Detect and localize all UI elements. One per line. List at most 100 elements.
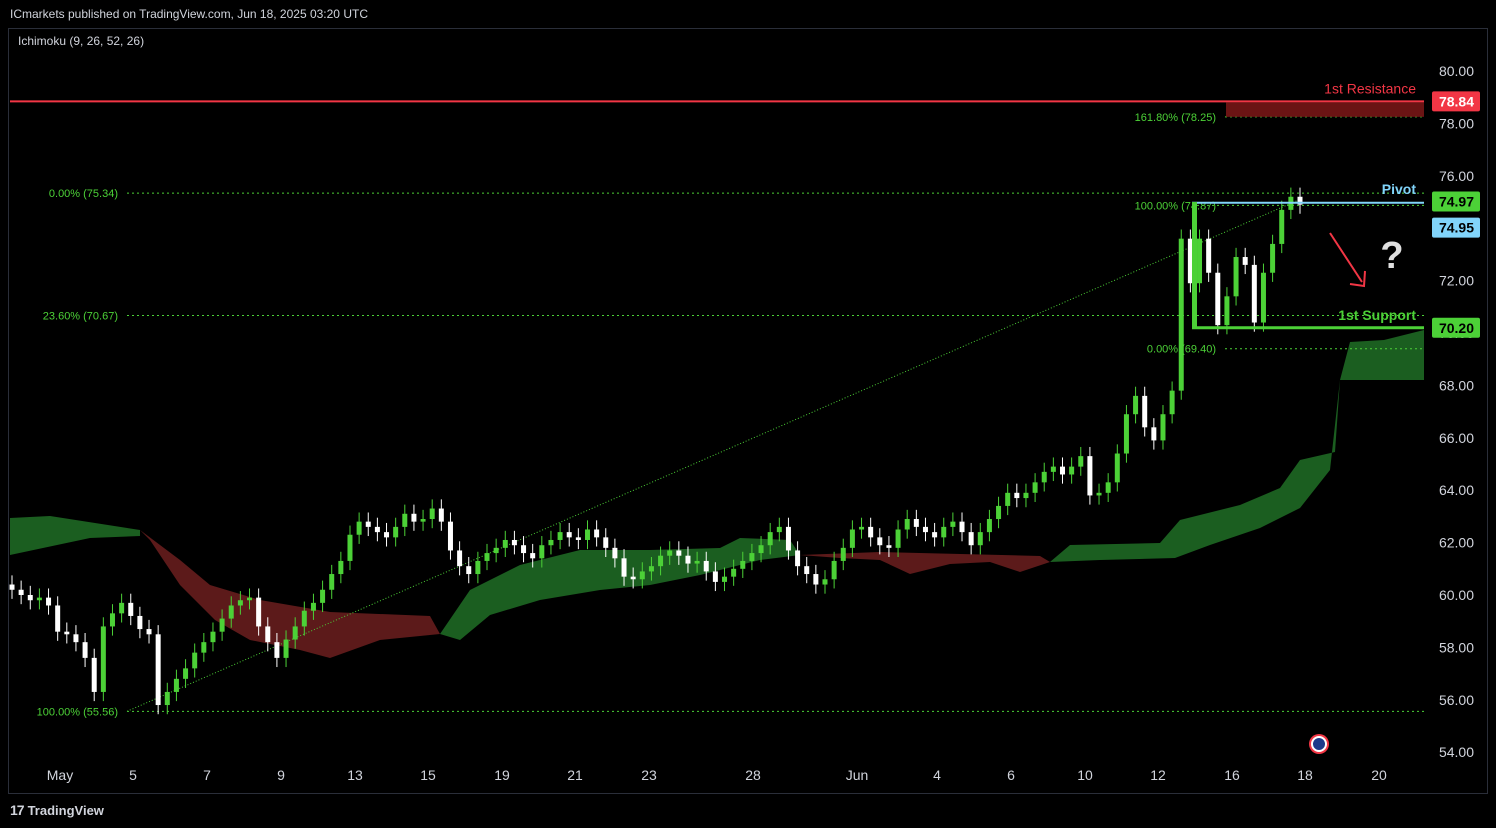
candle (1233, 257, 1239, 297)
candle (648, 566, 654, 572)
candle (82, 642, 88, 658)
candle (347, 534, 353, 561)
candle (228, 605, 234, 619)
time-tick: 19 (494, 767, 510, 783)
candle (274, 642, 280, 658)
candle (895, 529, 901, 548)
candle (64, 631, 70, 635)
candle (1041, 471, 1047, 483)
candle (155, 634, 161, 706)
bearish-arrow (1329, 232, 1363, 283)
candle (1178, 238, 1184, 391)
support-price-tag: 70.20 (1439, 320, 1474, 336)
time-tick: 21 (567, 767, 583, 783)
candle (667, 550, 673, 556)
time-tick: 12 (1150, 767, 1166, 783)
candle (1142, 395, 1148, 428)
candle (694, 560, 700, 564)
candle (1096, 492, 1102, 496)
candle (447, 521, 453, 551)
candle (1050, 466, 1056, 472)
candle (46, 597, 52, 606)
candle (91, 657, 97, 692)
time-tick: 5 (129, 767, 137, 783)
price-tick: 56.00 (1439, 692, 1474, 708)
price-tick: 58.00 (1439, 639, 1474, 655)
price-tick: 72.00 (1439, 273, 1474, 289)
ichimoku-cloud (10, 330, 1424, 658)
candle (18, 589, 24, 595)
candle (137, 615, 143, 630)
candle (840, 547, 846, 561)
candle (55, 605, 61, 632)
candle (703, 560, 709, 572)
candle (630, 576, 636, 580)
time-tick: 15 (420, 767, 436, 783)
candle (1279, 209, 1285, 244)
time-tick: 13 (347, 767, 363, 783)
candle (146, 629, 152, 635)
tradingview-footer[interactable]: 17 TradingView (10, 800, 104, 820)
candle (950, 521, 956, 527)
candle (712, 571, 718, 582)
candle (932, 532, 938, 538)
candle (457, 550, 463, 567)
candle (758, 545, 764, 554)
time-tick: 28 (745, 767, 761, 783)
candle (1133, 395, 1139, 415)
candle (1014, 492, 1020, 499)
fib-label: 23.60% (70.67) (43, 310, 118, 322)
candle (722, 576, 728, 582)
candle (530, 553, 536, 559)
tradingview-logo-icon: 17 (10, 802, 25, 818)
candle (1123, 414, 1129, 454)
candle (685, 555, 691, 564)
candle (785, 526, 791, 551)
fib-label: 0.00% (75.34) (49, 188, 118, 200)
candle (356, 521, 362, 535)
candle (502, 539, 508, 548)
candle (1270, 243, 1276, 273)
candle (767, 532, 773, 546)
candle (621, 558, 627, 577)
candle (1005, 492, 1011, 506)
candle (320, 589, 326, 603)
price-tick: 54.00 (1439, 744, 1474, 760)
cloud-bull-3 (1050, 330, 1424, 562)
candle (575, 537, 581, 540)
time-tick: May (47, 767, 73, 783)
candle (904, 519, 910, 530)
candle (639, 571, 645, 580)
price-tick: 68.00 (1439, 377, 1474, 393)
pivot-price-tag-2: 74.95 (1439, 220, 1474, 236)
candle (521, 545, 527, 554)
candle (557, 532, 563, 540)
candle (429, 508, 435, 520)
candle (1197, 238, 1203, 284)
resistance-label: 1st Resistance (1324, 80, 1416, 96)
candle (365, 521, 371, 527)
price-axis: 80.0078.0076.0074.0072.0070.0068.0066.00… (1432, 63, 1480, 760)
cloud-bear-2 (800, 552, 1050, 574)
price-tick: 64.00 (1439, 482, 1474, 498)
candle (986, 519, 992, 533)
candle (968, 532, 974, 546)
candle (913, 519, 919, 527)
candle (164, 691, 170, 706)
candle (402, 513, 408, 527)
candle (73, 634, 79, 643)
candle (100, 626, 106, 692)
price-tick: 76.00 (1439, 168, 1474, 184)
candle (1069, 466, 1075, 475)
candle (9, 584, 15, 590)
support-label: 1st Support (1338, 307, 1416, 323)
candle (292, 626, 298, 640)
candle (603, 537, 609, 548)
candle (310, 602, 316, 611)
candle (886, 545, 892, 548)
candle (27, 595, 33, 601)
candle (1023, 492, 1029, 499)
fib-label: 161.80% (78.25) (1135, 112, 1216, 124)
price-chart[interactable]: 0.00% (75.34) 23.60% (70.67) 100.00% (55.5… (0, 0, 1496, 828)
candle (466, 566, 472, 575)
